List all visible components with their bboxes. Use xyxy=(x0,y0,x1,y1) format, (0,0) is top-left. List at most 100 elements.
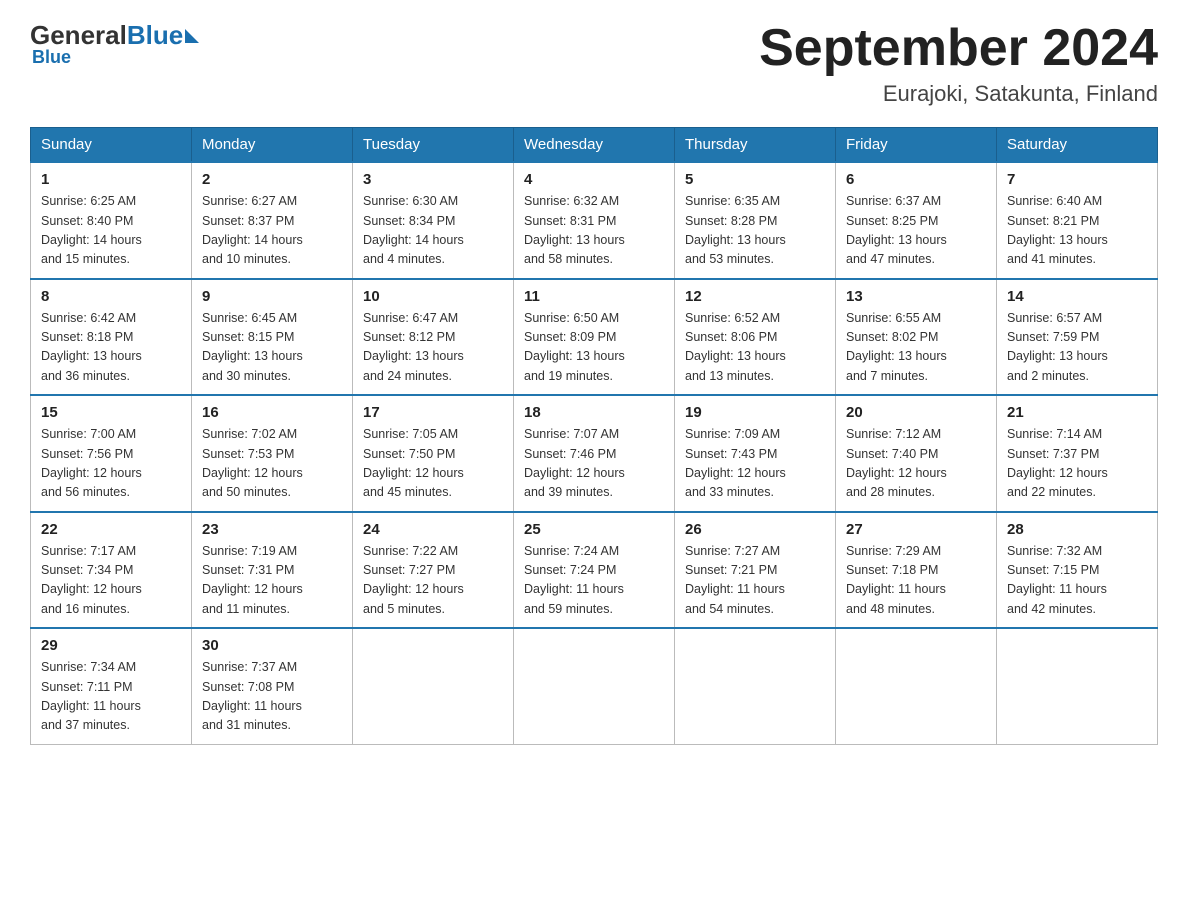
day-number: 5 xyxy=(685,171,825,188)
calendar-cell: 12 Sunrise: 6:52 AMSunset: 8:06 PMDaylig… xyxy=(675,279,836,396)
calendar-cell: 15 Sunrise: 7:00 AMSunset: 7:56 PMDaylig… xyxy=(31,395,192,512)
calendar-cell: 21 Sunrise: 7:14 AMSunset: 7:37 PMDaylig… xyxy=(997,395,1158,512)
day-info: Sunrise: 7:22 AMSunset: 7:27 PMDaylight:… xyxy=(363,542,503,620)
day-info: Sunrise: 6:37 AMSunset: 8:25 PMDaylight:… xyxy=(846,192,986,270)
day-number: 21 xyxy=(1007,404,1147,421)
day-info: Sunrise: 6:40 AMSunset: 8:21 PMDaylight:… xyxy=(1007,192,1147,270)
day-number: 23 xyxy=(202,521,342,538)
calendar-cell: 13 Sunrise: 6:55 AMSunset: 8:02 PMDaylig… xyxy=(836,279,997,396)
weekday-header-saturday: Saturday xyxy=(997,128,1158,163)
day-info: Sunrise: 7:09 AMSunset: 7:43 PMDaylight:… xyxy=(685,425,825,503)
day-info: Sunrise: 7:27 AMSunset: 7:21 PMDaylight:… xyxy=(685,542,825,620)
weekday-header-friday: Friday xyxy=(836,128,997,163)
day-info: Sunrise: 7:05 AMSunset: 7:50 PMDaylight:… xyxy=(363,425,503,503)
weekday-header-row: SundayMondayTuesdayWednesdayThursdayFrid… xyxy=(31,128,1158,163)
day-number: 1 xyxy=(41,171,181,188)
calendar-table: SundayMondayTuesdayWednesdayThursdayFrid… xyxy=(30,127,1158,745)
day-number: 19 xyxy=(685,404,825,421)
calendar-cell: 22 Sunrise: 7:17 AMSunset: 7:34 PMDaylig… xyxy=(31,512,192,629)
day-number: 24 xyxy=(363,521,503,538)
calendar-cell xyxy=(836,628,997,744)
week-row-2: 8 Sunrise: 6:42 AMSunset: 8:18 PMDayligh… xyxy=(31,279,1158,396)
day-info: Sunrise: 6:50 AMSunset: 8:09 PMDaylight:… xyxy=(524,309,664,387)
weekday-header-monday: Monday xyxy=(192,128,353,163)
day-info: Sunrise: 7:34 AMSunset: 7:11 PMDaylight:… xyxy=(41,658,181,736)
day-number: 18 xyxy=(524,404,664,421)
day-info: Sunrise: 6:52 AMSunset: 8:06 PMDaylight:… xyxy=(685,309,825,387)
calendar-cell: 16 Sunrise: 7:02 AMSunset: 7:53 PMDaylig… xyxy=(192,395,353,512)
day-number: 2 xyxy=(202,171,342,188)
day-info: Sunrise: 7:00 AMSunset: 7:56 PMDaylight:… xyxy=(41,425,181,503)
location-title: Eurajoki, Satakunta, Finland xyxy=(759,81,1158,107)
logo-subtitle: Blue xyxy=(30,47,71,68)
day-info: Sunrise: 7:19 AMSunset: 7:31 PMDaylight:… xyxy=(202,542,342,620)
day-number: 27 xyxy=(846,521,986,538)
calendar-cell: 9 Sunrise: 6:45 AMSunset: 8:15 PMDayligh… xyxy=(192,279,353,396)
day-number: 3 xyxy=(363,171,503,188)
day-number: 9 xyxy=(202,288,342,305)
calendar-cell: 27 Sunrise: 7:29 AMSunset: 7:18 PMDaylig… xyxy=(836,512,997,629)
title-section: September 2024 Eurajoki, Satakunta, Finl… xyxy=(759,20,1158,107)
day-number: 7 xyxy=(1007,171,1147,188)
day-info: Sunrise: 7:07 AMSunset: 7:46 PMDaylight:… xyxy=(524,425,664,503)
day-info: Sunrise: 6:27 AMSunset: 8:37 PMDaylight:… xyxy=(202,192,342,270)
calendar-cell: 25 Sunrise: 7:24 AMSunset: 7:24 PMDaylig… xyxy=(514,512,675,629)
day-number: 29 xyxy=(41,637,181,654)
day-number: 13 xyxy=(846,288,986,305)
day-number: 22 xyxy=(41,521,181,538)
day-number: 30 xyxy=(202,637,342,654)
day-info: Sunrise: 6:57 AMSunset: 7:59 PMDaylight:… xyxy=(1007,309,1147,387)
day-number: 12 xyxy=(685,288,825,305)
calendar-cell: 29 Sunrise: 7:34 AMSunset: 7:11 PMDaylig… xyxy=(31,628,192,744)
logo-blue-text: Blue xyxy=(127,20,183,51)
calendar-cell xyxy=(353,628,514,744)
weekday-header-thursday: Thursday xyxy=(675,128,836,163)
logo: GeneralBlue Blue xyxy=(30,20,199,68)
weekday-header-sunday: Sunday xyxy=(31,128,192,163)
day-info: Sunrise: 7:17 AMSunset: 7:34 PMDaylight:… xyxy=(41,542,181,620)
day-number: 20 xyxy=(846,404,986,421)
calendar-cell: 6 Sunrise: 6:37 AMSunset: 8:25 PMDayligh… xyxy=(836,162,997,279)
calendar-cell xyxy=(514,628,675,744)
calendar-cell: 20 Sunrise: 7:12 AMSunset: 7:40 PMDaylig… xyxy=(836,395,997,512)
calendar-cell: 3 Sunrise: 6:30 AMSunset: 8:34 PMDayligh… xyxy=(353,162,514,279)
day-info: Sunrise: 6:55 AMSunset: 8:02 PMDaylight:… xyxy=(846,309,986,387)
calendar-cell: 26 Sunrise: 7:27 AMSunset: 7:21 PMDaylig… xyxy=(675,512,836,629)
calendar-cell: 28 Sunrise: 7:32 AMSunset: 7:15 PMDaylig… xyxy=(997,512,1158,629)
day-info: Sunrise: 7:37 AMSunset: 7:08 PMDaylight:… xyxy=(202,658,342,736)
day-number: 14 xyxy=(1007,288,1147,305)
day-info: Sunrise: 7:24 AMSunset: 7:24 PMDaylight:… xyxy=(524,542,664,620)
day-info: Sunrise: 7:12 AMSunset: 7:40 PMDaylight:… xyxy=(846,425,986,503)
calendar-cell: 23 Sunrise: 7:19 AMSunset: 7:31 PMDaylig… xyxy=(192,512,353,629)
day-info: Sunrise: 6:30 AMSunset: 8:34 PMDaylight:… xyxy=(363,192,503,270)
day-number: 8 xyxy=(41,288,181,305)
week-row-5: 29 Sunrise: 7:34 AMSunset: 7:11 PMDaylig… xyxy=(31,628,1158,744)
page-header: GeneralBlue Blue September 2024 Eurajoki… xyxy=(30,20,1158,107)
calendar-cell: 14 Sunrise: 6:57 AMSunset: 7:59 PMDaylig… xyxy=(997,279,1158,396)
calendar-cell: 1 Sunrise: 6:25 AMSunset: 8:40 PMDayligh… xyxy=(31,162,192,279)
calendar-cell: 4 Sunrise: 6:32 AMSunset: 8:31 PMDayligh… xyxy=(514,162,675,279)
day-number: 15 xyxy=(41,404,181,421)
day-number: 6 xyxy=(846,171,986,188)
day-number: 26 xyxy=(685,521,825,538)
week-row-3: 15 Sunrise: 7:00 AMSunset: 7:56 PMDaylig… xyxy=(31,395,1158,512)
day-info: Sunrise: 6:45 AMSunset: 8:15 PMDaylight:… xyxy=(202,309,342,387)
day-number: 28 xyxy=(1007,521,1147,538)
calendar-cell xyxy=(997,628,1158,744)
month-title: September 2024 xyxy=(759,20,1158,77)
calendar-cell: 2 Sunrise: 6:27 AMSunset: 8:37 PMDayligh… xyxy=(192,162,353,279)
day-info: Sunrise: 6:35 AMSunset: 8:28 PMDaylight:… xyxy=(685,192,825,270)
day-info: Sunrise: 7:02 AMSunset: 7:53 PMDaylight:… xyxy=(202,425,342,503)
day-number: 16 xyxy=(202,404,342,421)
day-info: Sunrise: 7:14 AMSunset: 7:37 PMDaylight:… xyxy=(1007,425,1147,503)
day-info: Sunrise: 7:32 AMSunset: 7:15 PMDaylight:… xyxy=(1007,542,1147,620)
day-number: 4 xyxy=(524,171,664,188)
day-number: 10 xyxy=(363,288,503,305)
calendar-cell: 5 Sunrise: 6:35 AMSunset: 8:28 PMDayligh… xyxy=(675,162,836,279)
calendar-cell: 11 Sunrise: 6:50 AMSunset: 8:09 PMDaylig… xyxy=(514,279,675,396)
day-number: 17 xyxy=(363,404,503,421)
day-number: 11 xyxy=(524,288,664,305)
calendar-cell: 10 Sunrise: 6:47 AMSunset: 8:12 PMDaylig… xyxy=(353,279,514,396)
calendar-cell: 17 Sunrise: 7:05 AMSunset: 7:50 PMDaylig… xyxy=(353,395,514,512)
calendar-cell: 19 Sunrise: 7:09 AMSunset: 7:43 PMDaylig… xyxy=(675,395,836,512)
